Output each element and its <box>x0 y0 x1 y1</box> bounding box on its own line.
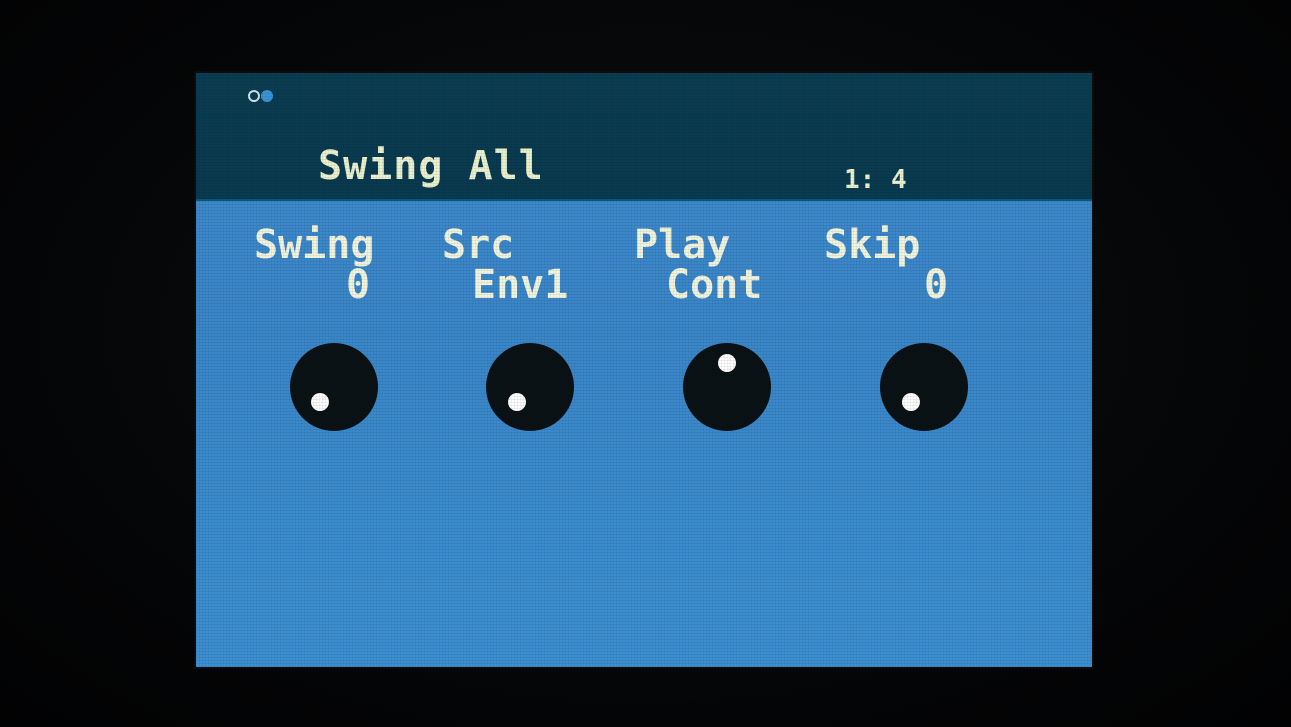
knob-indicator-dot <box>718 354 736 372</box>
param-label-skip: Skip <box>824 222 921 268</box>
page-dot-icon <box>248 90 260 102</box>
knob-indicator-dot <box>508 393 526 411</box>
page-indicator <box>248 90 273 102</box>
param-label-play: Play <box>634 222 731 268</box>
skip-knob[interactable] <box>880 343 968 431</box>
param-label-src: Src <box>442 222 515 268</box>
param-value-src: Env1 <box>472 262 569 308</box>
play-knob[interactable] <box>683 343 771 431</box>
knob-indicator-dot <box>311 393 329 411</box>
param-value-skip: 0 <box>924 262 949 308</box>
lcd-screen: Swing All 1: 4 Swing 0 Src Env1 Play Con… <box>196 73 1092 667</box>
swing-knob[interactable] <box>290 343 378 431</box>
screen-header: Swing All 1: 4 <box>196 73 1092 201</box>
param-value-swing: 0 <box>346 262 371 308</box>
knob-indicator-dot <box>902 393 920 411</box>
src-knob[interactable] <box>486 343 574 431</box>
param-value-play: Cont <box>666 262 763 308</box>
param-label-swing: Swing <box>254 222 375 268</box>
page-dot-active-icon <box>261 90 273 102</box>
position-readout: 1: 4 <box>844 165 907 195</box>
page-title: Swing All <box>318 143 544 189</box>
